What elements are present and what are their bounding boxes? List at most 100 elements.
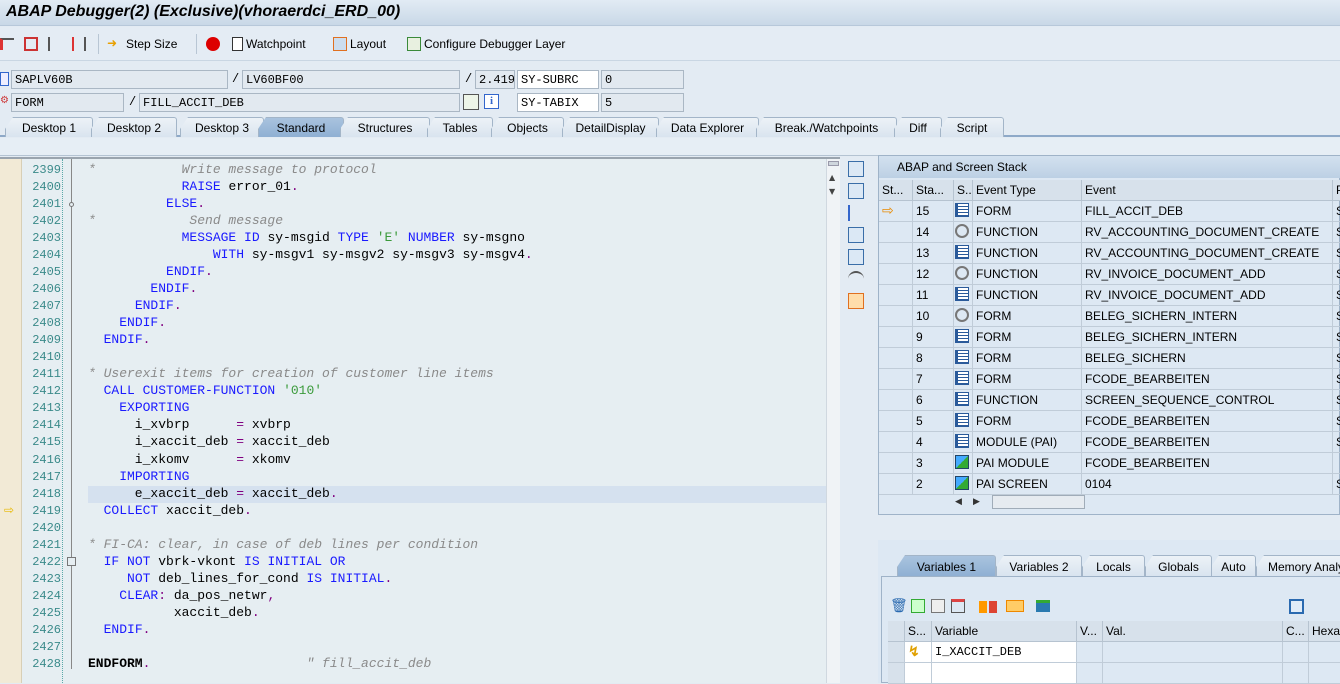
variables-tab-memory-analy[interactable]: Memory Analy — [1256, 555, 1340, 576]
code-line[interactable]: CLEAR: da_pos_netwr, — [88, 588, 826, 605]
import-icon[interactable] — [911, 599, 925, 613]
code-line[interactable]: CALL CUSTOMER-FUNCTION '010' — [88, 383, 826, 400]
resize-icon[interactable] — [848, 249, 864, 265]
code-vertical-scrollbar[interactable]: ▲ ▼ — [826, 159, 840, 683]
code-line[interactable]: ENDFORM. " fill_accit_deb — [88, 656, 826, 673]
stack-row[interactable]: 8 FORMBELEG_SICHERNS — [879, 348, 1340, 369]
variables-column-header[interactable]: Val. — [1103, 621, 1283, 642]
row-selector[interactable] — [888, 663, 905, 683]
scroll-down-icon[interactable]: ▼ — [829, 187, 835, 196]
stack-row[interactable]: 5 FORMFCODE_BEARBEITENS — [879, 411, 1340, 432]
stop-button[interactable] — [206, 35, 220, 53]
tab-detaildisplay[interactable]: DetailDisplay — [562, 117, 659, 137]
stack-row[interactable]: 11 FUNCTIONRV_INVOICE_DOCUMENT_ADDS — [879, 285, 1340, 306]
tab-structures[interactable]: Structures — [340, 117, 430, 137]
stack-column-header[interactable]: Event — [1082, 180, 1333, 201]
stack-row[interactable]: 7 FORMFCODE_BEARBEITENS — [879, 369, 1340, 390]
code-line[interactable] — [88, 349, 826, 366]
tab-diff[interactable]: Diff — [894, 117, 942, 137]
tab-objects[interactable]: Objects — [491, 117, 564, 137]
code-line[interactable]: * FI-CA: clear, in case of deb lines per… — [88, 537, 826, 554]
code-line[interactable]: EXPORTING — [88, 400, 826, 417]
fold-toggle-icon[interactable] — [67, 556, 76, 566]
stack-row[interactable]: 3 PAI MODULE FCODE_BEARBEITEN — [879, 453, 1340, 474]
code-line[interactable]: ENDIF. — [88, 264, 826, 281]
layout-button[interactable]: Layout — [333, 35, 386, 53]
variables-tab-variables-2[interactable]: Variables 2 — [996, 555, 1082, 576]
variables-column-header[interactable]: V... — [1077, 621, 1103, 642]
variables-tab-locals[interactable]: Locals — [1082, 555, 1145, 576]
tab-script[interactable]: Script — [940, 117, 1004, 137]
navigate-source-icon[interactable] — [463, 94, 479, 110]
code-line[interactable]: * Send message — [88, 213, 826, 230]
info-icon[interactable]: i — [484, 94, 499, 109]
scroll-up-icon[interactable]: ▲ — [829, 173, 835, 182]
tab-desktop-3[interactable]: Desktop 3 — [180, 117, 264, 137]
code-line[interactable]: MESSAGE ID sy-msgid TYPE 'E' NUMBER sy-m… — [88, 230, 826, 247]
code-line[interactable]: i_xvbrp = xvbrp — [88, 417, 826, 434]
code-line[interactable]: ENDIF. — [88, 315, 826, 332]
code-line[interactable]: WITH sy-msgv1 sy-msgv2 sy-msgv3 sy-msgv4… — [88, 247, 826, 264]
variables-column-header[interactable]: Variable — [932, 621, 1077, 642]
code-line[interactable]: ENDIF. — [88, 622, 826, 639]
stack-column-header[interactable]: S.. — [954, 180, 973, 201]
stack-row[interactable]: 14 FUNCTIONRV_ACCOUNTING_DOCUMENT_CREATES — [879, 222, 1340, 243]
transfer-icon[interactable] — [1006, 600, 1024, 612]
watchpoint-button[interactable]: Watchpoint — [232, 35, 306, 53]
variable-name-cell[interactable] — [932, 663, 1077, 683]
stack-row[interactable]: 4 MODULE (PAI)FCODE_BEARBEITENS — [879, 432, 1340, 453]
scroll-thumb[interactable] — [828, 161, 839, 166]
code-line[interactable]: IF NOT vbrk-vkont IS INITIAL OR — [88, 554, 826, 571]
code-line[interactable]: NOT deb_lines_for_cond IS INITIAL. — [88, 571, 826, 588]
stack-row[interactable]: 10 FORMBELEG_SICHERN_INTERNS — [879, 306, 1340, 327]
merge-icon[interactable] — [979, 601, 997, 613]
variables-column-header[interactable]: C... — [1283, 621, 1309, 642]
variables-row[interactable]: ↯ I_XACCIT_DEB — [888, 642, 1340, 663]
stack-row[interactable]: 6 FUNCTIONSCREEN_SEQUENCE_CONTROLS — [879, 390, 1340, 411]
execute-button[interactable] — [24, 35, 38, 53]
services-icon[interactable] — [848, 293, 864, 309]
code-line[interactable] — [88, 639, 826, 656]
variable-name-cell[interactable]: I_XACCIT_DEB — [932, 642, 1077, 662]
variables-column-header[interactable]: Hexa — [1309, 621, 1340, 642]
scroll-left-icon[interactable]: ◀ — [955, 497, 962, 507]
code-line[interactable]: i_xaccit_deb = xaccit_deb — [88, 434, 826, 451]
stack-row[interactable]: ⇨ 15 FORMFILL_ACCIT_DEBS — [879, 201, 1340, 222]
filter-icon[interactable] — [1036, 600, 1050, 612]
step-into-button[interactable] — [0, 35, 14, 53]
code-line[interactable]: ENDIF. — [88, 332, 826, 349]
code-line[interactable]: RAISE error_01. — [88, 179, 826, 196]
code-line[interactable]: COLLECT xaccit_deb. — [88, 503, 826, 520]
code-line[interactable]: ELSE. — [88, 196, 826, 213]
new-tool-icon[interactable] — [848, 183, 864, 199]
stack-column-header[interactable]: P — [1333, 180, 1340, 201]
tab-standard[interactable]: Standard — [258, 117, 344, 137]
code-line[interactable]: * Write message to protocol — [88, 162, 826, 179]
return-button[interactable] — [48, 35, 62, 53]
code-line[interactable]: e_xaccit_deb = xaccit_deb. — [88, 485, 826, 503]
variables-row[interactable] — [888, 663, 1340, 684]
step-size-button[interactable]: ➜ Step Size — [107, 35, 177, 53]
variables-tab-auto[interactable]: Auto — [1211, 555, 1256, 576]
stack-horizontal-scrollbar[interactable]: ◀ ▶ — [955, 494, 1340, 512]
code-line[interactable]: ENDIF. — [88, 298, 826, 315]
code-line[interactable]: IMPORTING — [88, 469, 826, 486]
source-code-editor[interactable]: ⇨ 2399 2400 2401 2402 2403 2404 2405 2406 2407 24… — [0, 157, 840, 683]
stack-column-header[interactable]: Event Type — [973, 180, 1082, 201]
configure-debugger-layer-button[interactable]: Configure Debugger Layer — [407, 35, 565, 53]
stack-row[interactable]: 2 PAI SCREEN0104S — [879, 474, 1340, 495]
tab-tables[interactable]: Tables — [427, 117, 493, 137]
tab-break-watchpoints[interactable]: Break./Watchpoints — [756, 117, 897, 137]
trash-icon[interactable]: 🗑 — [890, 598, 908, 614]
continue-button[interactable] — [72, 35, 86, 53]
delete-row-icon[interactable] — [951, 599, 965, 613]
save-icon[interactable] — [1289, 599, 1304, 614]
stack-row[interactable]: 13 FUNCTIONRV_ACCOUNTING_DOCUMENT_CREATES — [879, 243, 1340, 264]
variables-tab-globals[interactable]: Globals — [1145, 555, 1212, 576]
maximize-icon[interactable] — [848, 227, 864, 243]
stack-row[interactable]: 9 FORMBELEG_SICHERN_INTERNS — [879, 327, 1340, 348]
variables-column-header[interactable]: S... — [905, 621, 932, 642]
close-icon[interactable] — [848, 161, 864, 177]
tab-desktop-2[interactable]: Desktop 2 — [91, 117, 177, 137]
row-selector[interactable] — [888, 642, 905, 662]
